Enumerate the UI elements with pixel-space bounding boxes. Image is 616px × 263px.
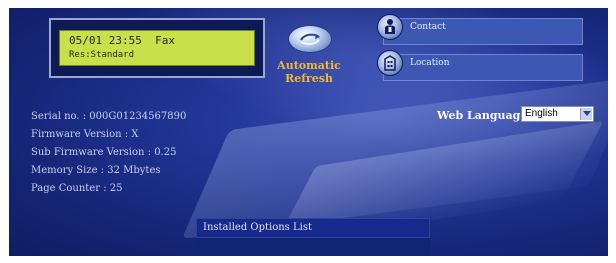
- chevron-down-icon[interactable]: [580, 108, 592, 120]
- installed-options-header: Installed Options List: [196, 218, 430, 238]
- installed-options-list: [196, 238, 430, 256]
- lcd-display-frame: 05/01 23:55 Fax Res:Standard: [49, 18, 265, 78]
- installed-options-title: Installed Options List: [203, 222, 312, 233]
- page-counter: Page Counter : 25: [31, 183, 123, 194]
- location-link[interactable]: Location: [377, 50, 583, 81]
- web-language-select[interactable]: English: [521, 106, 594, 122]
- refresh-icon[interactable]: [288, 25, 332, 53]
- contact-link[interactable]: Contact: [377, 14, 583, 45]
- location-building-icon: [377, 50, 403, 76]
- automatic-refresh-link[interactable]: Automatic Refresh: [271, 59, 347, 85]
- serial-number: Serial no. : 000G01234567890: [31, 111, 187, 122]
- sub-firmware-version: Sub Firmware Version : 0.25: [31, 147, 177, 158]
- contact-person-icon: [377, 14, 403, 40]
- contact-label: Contact: [410, 22, 446, 32]
- status-panel: 05/01 23:55 Fax Res:Standard Automatic R…: [9, 8, 608, 256]
- memory-size: Memory Size : 32 Mbytes: [31, 165, 161, 176]
- web-language-value: English: [525, 108, 558, 119]
- lcd-line-1: 05/01 23:55 Fax: [69, 34, 175, 47]
- location-label: Location: [410, 58, 450, 68]
- lcd-line-2: Res:Standard: [69, 50, 135, 60]
- web-language-label: Web Language:: [437, 109, 532, 122]
- lcd-display: 05/01 23:55 Fax Res:Standard: [59, 30, 255, 66]
- firmware-version: Firmware Version : X: [31, 129, 139, 140]
